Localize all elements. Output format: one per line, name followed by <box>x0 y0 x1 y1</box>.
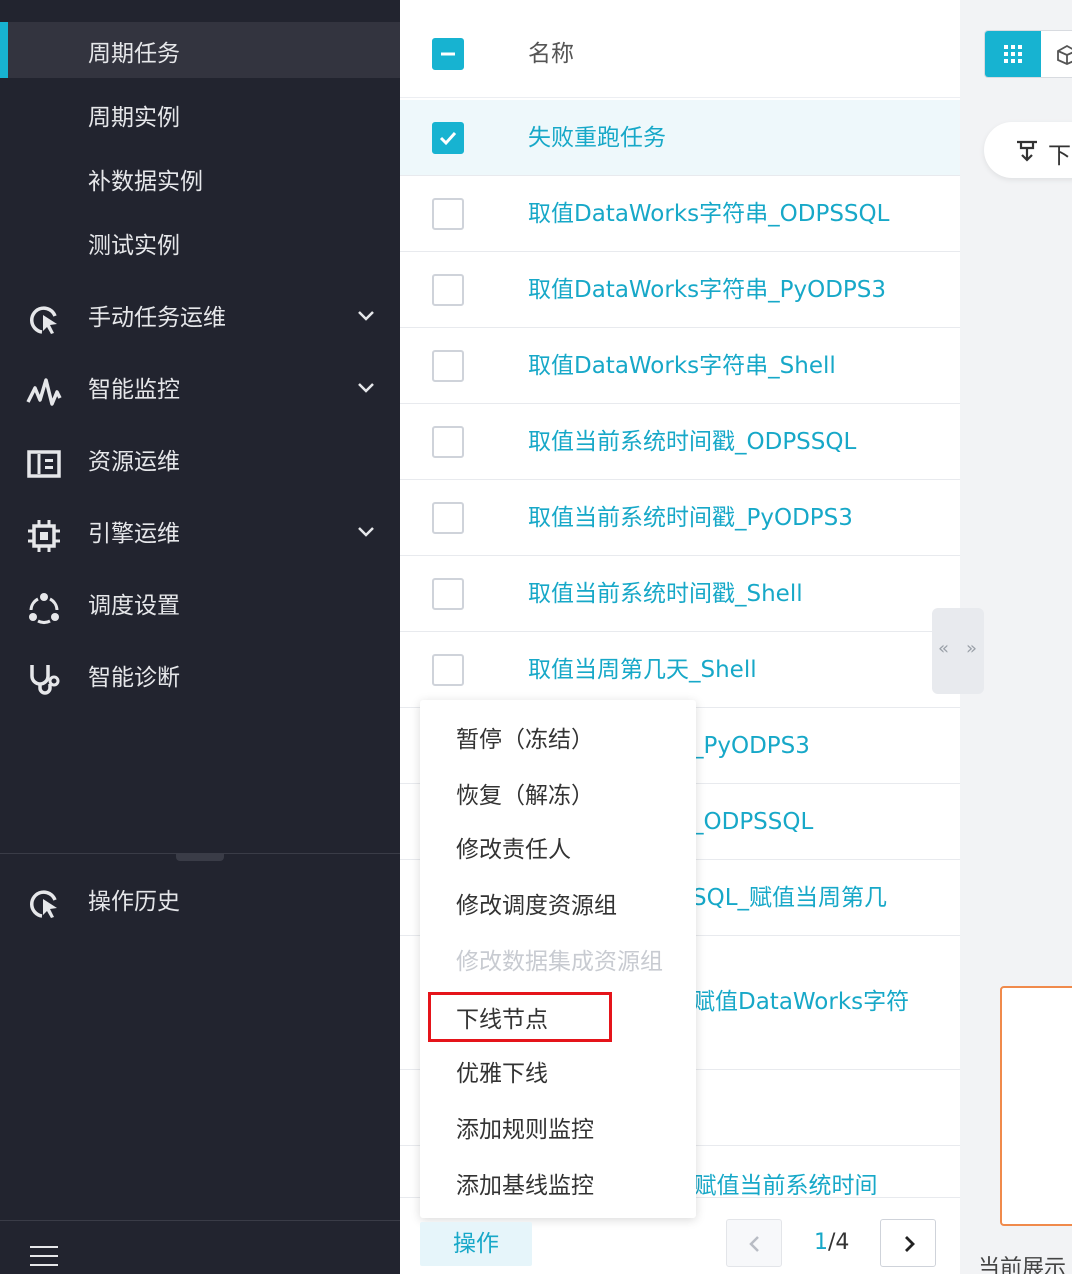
table-row[interactable]: 取值DataWorks字符串_ODPSSQL <box>400 176 960 252</box>
cursor-refresh-icon <box>29 306 57 334</box>
sidebar-item-cycle-task[interactable]: 周期任务 <box>88 40 180 68</box>
row-checkbox[interactable] <box>432 274 464 306</box>
sidebar-item-smart-diagnosis[interactable]: 智能诊断 <box>0 656 400 700</box>
chevron-down-icon[interactable] <box>354 520 378 544</box>
grid-icon <box>1004 45 1022 63</box>
row-checkbox[interactable] <box>432 122 464 154</box>
table-header: 名称 <box>400 0 960 98</box>
operations-dropdown-menu: 暂停（冻结） 恢复（解冻） 修改责任人 修改调度资源组 修改数据集成资源组 下线… <box>420 700 696 1218</box>
task-name-link[interactable]: 取值DataWorks字符串_PyODPS3 <box>528 276 886 304</box>
chip-icon <box>28 520 60 552</box>
menu-item-change-integration-resource-group: 修改数据集成资源组 <box>456 949 663 975</box>
sidebar-item-label: 智能监控 <box>88 377 180 403</box>
table-row[interactable]: 取值当前系统时间戳_Shell <box>400 556 960 632</box>
task-name-link[interactable]: 取值当前系统时间戳_PyODPS3 <box>528 504 853 532</box>
sidebar-active-indicator <box>0 22 8 78</box>
select-all-checkbox[interactable] <box>432 38 464 70</box>
sidebar-active-highlight <box>8 22 400 78</box>
pagination-next-button[interactable] <box>880 1219 936 1267</box>
sidebar-item-label: 操作历史 <box>88 889 180 915</box>
download-label: 下 <box>1048 143 1071 169</box>
chevron-down-icon[interactable] <box>354 376 378 400</box>
sidebar-item-backfill-instance[interactable]: 补数据实例 <box>88 168 203 196</box>
task-name-link[interactable]: _PyODPS3 <box>692 732 810 760</box>
menu-item-add-rule-monitor[interactable]: 添加规则监控 <box>456 1116 594 1144</box>
panel-collapse-handle[interactable]: « » <box>932 608 984 694</box>
table-row[interactable]: 失败重跑任务 <box>400 100 960 176</box>
column-header-name: 名称 <box>528 41 574 67</box>
download-icon <box>1017 140 1037 162</box>
row-checkbox[interactable] <box>432 502 464 534</box>
table-row[interactable]: 取值当周第几天_Shell <box>400 632 960 708</box>
double-chevron-left-icon[interactable]: « <box>938 638 949 659</box>
task-name-link[interactable]: SQL_赋值当周第几 <box>692 884 887 912</box>
view-toggle[interactable] <box>984 30 1072 78</box>
graph-node-highlight <box>1000 986 1072 1226</box>
double-chevron-right-icon[interactable]: » <box>966 638 977 659</box>
table-row[interactable]: 取值DataWorks字符串_PyODPS3 <box>400 252 960 328</box>
pagination-indicator: 1/4 <box>814 1230 849 1255</box>
task-name-link[interactable]: 取值当周第几天_Shell <box>528 656 757 684</box>
operations-button[interactable]: 操作 <box>420 1222 532 1266</box>
network-nodes-icon <box>29 593 59 624</box>
chevron-left-icon <box>749 1236 759 1252</box>
sidebar-item-test-instance[interactable]: 测试实例 <box>88 232 180 260</box>
sidebar-item-engine-ops[interactable]: 引擎运维 <box>0 512 400 556</box>
download-button[interactable]: 下 <box>984 122 1072 178</box>
task-name-link[interactable]: 取值DataWorks字符串_ODPSSQL <box>528 200 889 228</box>
sidebar-item-smart-monitor[interactable]: 智能监控 <box>0 368 400 412</box>
row-checkbox[interactable] <box>432 426 464 458</box>
task-name-link[interactable]: 取值当前系统时间戳_Shell <box>528 580 803 608</box>
pagination-prev-button[interactable] <box>726 1219 782 1267</box>
row-checkbox[interactable] <box>432 654 464 686</box>
sidebar-bottom-divider <box>0 1220 400 1221</box>
sidebar-item-manual-task-ops[interactable]: 手动任务运维 <box>0 296 400 340</box>
sidebar-item-resource-ops[interactable]: 资源运维 <box>0 440 400 484</box>
menu-item-add-baseline-monitor[interactable]: 添加基线监控 <box>456 1172 594 1200</box>
row-checkbox[interactable] <box>432 578 464 610</box>
resource-panel-icon <box>27 450 61 478</box>
chevron-right-icon <box>905 1236 915 1252</box>
sidebar-item-label: 调度设置 <box>88 593 180 619</box>
minus-icon <box>441 52 455 56</box>
cursor-refresh-icon <box>29 890 57 918</box>
task-name-link[interactable]: 取值DataWorks字符串_Shell <box>528 352 836 380</box>
task-name-link[interactable]: 失败重跑任务 <box>528 124 666 152</box>
table-row[interactable]: 取值当前系统时间戳_PyODPS3 <box>400 480 960 556</box>
sidebar-resize-handle[interactable] <box>176 853 224 861</box>
table-row[interactable]: 取值当前系统时间戳_ODPSSQL <box>400 404 960 480</box>
task-name-link[interactable]: 取值当前系统时间戳_ODPSSQL <box>528 428 856 456</box>
hamburger-menu-icon[interactable] <box>30 1244 58 1268</box>
stethoscope-icon <box>30 665 60 695</box>
sidebar-item-label: 手动任务运维 <box>88 305 226 331</box>
table-row[interactable]: 取值DataWorks字符串_Shell <box>400 328 960 404</box>
chevron-down-icon[interactable] <box>354 304 378 328</box>
sidebar-item-label: 资源运维 <box>88 449 180 475</box>
cube-icon[interactable] <box>1055 43 1072 67</box>
pagination-current-page: 1 <box>814 1230 828 1255</box>
grid-view-button[interactable] <box>985 31 1041 77</box>
sidebar-item-cycle-instance[interactable]: 周期实例 <box>88 104 180 132</box>
sidebar-item-schedule-settings[interactable]: 调度设置 <box>0 584 400 628</box>
sidebar-item-operation-history[interactable]: 操作历史 <box>0 880 400 924</box>
check-icon <box>439 131 457 146</box>
task-name-link[interactable]: 赋值DataWorks字符 <box>692 988 909 1016</box>
menu-item-pause[interactable]: 暂停（冻结） <box>456 726 594 754</box>
menu-item-resume[interactable]: 恢复（解冻） <box>456 782 594 810</box>
menu-item-graceful-offline[interactable]: 优雅下线 <box>456 1060 548 1088</box>
current-display-caption: 当前展示 <box>978 1256 1067 1274</box>
task-name-link[interactable]: _ODPSSQL <box>692 808 813 836</box>
pulse-icon <box>26 378 62 406</box>
menu-item-change-owner[interactable]: 修改责任人 <box>456 836 571 864</box>
row-checkbox[interactable] <box>432 198 464 230</box>
sidebar-item-label: 引擎运维 <box>88 521 180 547</box>
task-name-link[interactable]: _赋值当前系统时间 <box>682 1172 878 1200</box>
pagination-total-pages: /4 <box>828 1230 850 1255</box>
menu-item-change-schedule-resource-group[interactable]: 修改调度资源组 <box>456 892 617 920</box>
row-checkbox[interactable] <box>432 350 464 382</box>
sidebar: 周期任务 周期实例 补数据实例 测试实例 手动任务运维 智能监控 资源运维 引擎… <box>0 0 400 1274</box>
highlight-annotation-box <box>428 992 612 1042</box>
sidebar-item-label: 智能诊断 <box>88 665 180 691</box>
